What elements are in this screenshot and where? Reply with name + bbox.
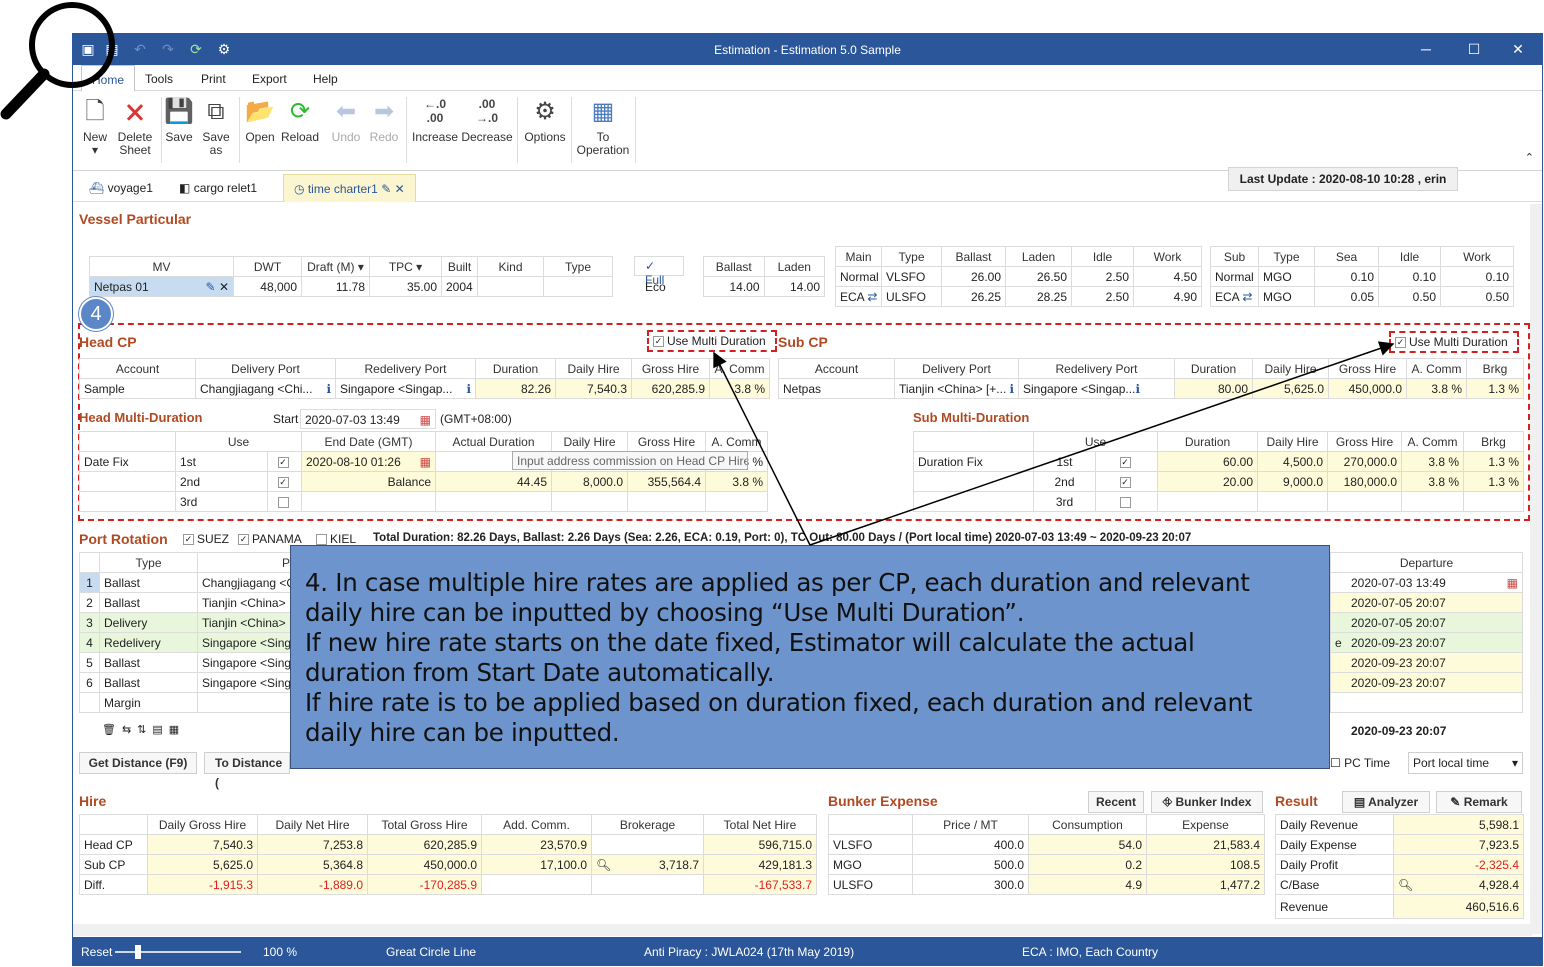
- col-brokerage: Brokerage: [591, 814, 704, 835]
- bunker-expense-title: Bunker Expense: [828, 793, 938, 809]
- table-row: C/Base 🔍︎ 4,928.4: [1275, 874, 1524, 895]
- col-price: Price / MT: [912, 814, 1029, 835]
- result-title: Result: [1275, 793, 1318, 809]
- analyzer-icon: ▤: [1353, 795, 1366, 809]
- table-row: Diff. -1,915.3 -1,889.0 -170,285.9 -167,533.…: [79, 874, 817, 895]
- analyzer-button[interactable]: ▤ Analyzer: [1342, 791, 1430, 813]
- arrow-to-sub-checkbox: [809, 341, 1395, 546]
- table-row: Daily Revenue 5,598.1: [1275, 814, 1524, 835]
- search-icon[interactable]: 🔍︎: [1398, 878, 1413, 892]
- table-row[interactable]: MGO 500.0 0.2 108.5: [828, 854, 1265, 875]
- table-row: Head CP 7,540.3 7,253.8 620,285.9 23,570.9 59…: [79, 834, 817, 855]
- col-consumption: Consumption: [1028, 814, 1147, 835]
- brokerage-cell: 🔍︎ 3,718.7: [591, 854, 704, 875]
- bunker-table: Price / MT Consumption Expense VLSFO 400.0 5…: [828, 814, 1265, 895]
- col-total-net-hire: Total Net Hire: [703, 814, 817, 835]
- col-add-comm: Add. Comm.: [481, 814, 592, 835]
- hire-title: Hire: [79, 793, 107, 809]
- table-row[interactable]: VLSFO 400.0 54.0 21,583.4: [828, 834, 1265, 855]
- bunker-index-button[interactable]: ⛗ Bunker Index: [1151, 791, 1263, 813]
- recent-button[interactable]: Recent: [1088, 791, 1144, 813]
- edit-icon: ✎: [1450, 795, 1461, 809]
- table-row[interactable]: ULSFO 300.0 4.9 1,477.2: [828, 874, 1265, 895]
- table-row: Revenue 460,516.6: [1275, 894, 1524, 919]
- cbase-cell: 🔍︎ 4,928.4: [1393, 874, 1524, 895]
- col-total-gross-hire: Total Gross Hire: [367, 814, 482, 835]
- table-row: Sub CP 5,625.0 5,364.8 450,000.0 17,100.0 🔍︎ 3…: [79, 854, 817, 875]
- search-icon[interactable]: 🔍︎: [596, 858, 611, 872]
- col-daily-gross-hire: Daily Gross Hire: [147, 814, 258, 835]
- col-daily-net-hire: Daily Net Hire: [257, 814, 368, 835]
- hire-table: Daily Gross Hire Daily Net Hire Total Gros…: [79, 814, 817, 895]
- table-row: Daily Expense 7,923.5: [1275, 834, 1524, 855]
- remark-button[interactable]: ✎ Remark: [1436, 791, 1522, 813]
- col-expense: Expense: [1146, 814, 1265, 835]
- arrow-to-head-checkbox: [713, 351, 811, 546]
- magnifier-icon: [0, 2, 115, 120]
- table-row: Daily Profit -2,325.4: [1275, 854, 1524, 875]
- result-table: Daily Revenue 5,598.1 Daily Expense 7,923.…: [1275, 814, 1524, 919]
- chart-icon: ⛗: [1162, 795, 1173, 809]
